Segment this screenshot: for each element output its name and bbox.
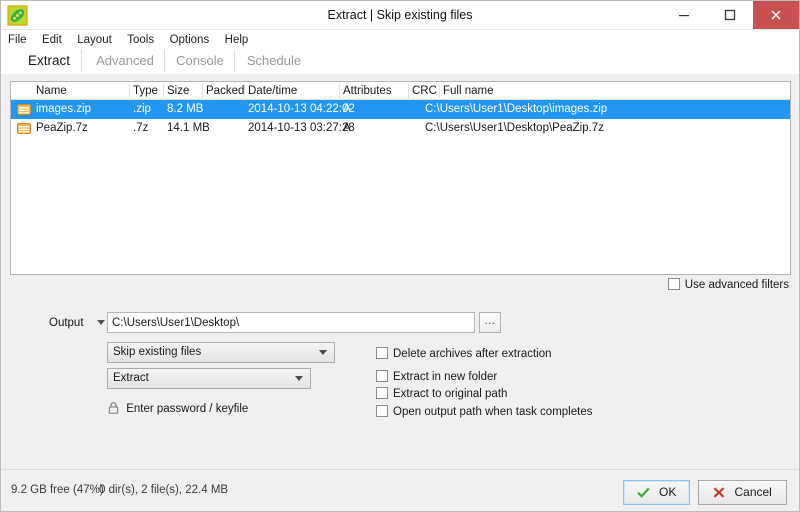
option-label: Extract to original path bbox=[393, 388, 508, 400]
menu-layout[interactable]: Layout bbox=[77, 31, 118, 49]
open-output-path-when-task-completes-checkbox[interactable]: Open output path when task completes bbox=[376, 404, 592, 420]
tab-console[interactable]: Console bbox=[166, 48, 234, 74]
extract-to-original-path-checkbox[interactable]: Extract to original path bbox=[376, 386, 507, 402]
cell-attributes: A bbox=[343, 122, 351, 134]
option-label: Extract in new folder bbox=[393, 371, 498, 383]
column-divider[interactable] bbox=[408, 84, 409, 98]
cell-type: .7z bbox=[133, 122, 149, 134]
file-list-header: Name Type Size Packed Date/time Attribut… bbox=[11, 82, 790, 100]
menu-bar: File Edit Layout Tools Options Help bbox=[1, 30, 799, 48]
tab-schedule[interactable]: Schedule bbox=[237, 48, 311, 74]
option-label: Delete archives after extraction bbox=[393, 348, 552, 360]
archive-icon bbox=[17, 122, 31, 135]
checkbox-box[interactable] bbox=[667, 278, 680, 290]
free-space-text: 9.2 GB free (47%) bbox=[11, 484, 104, 496]
chevron-down-icon bbox=[295, 376, 303, 381]
column-header-attributes[interactable]: Attributes bbox=[343, 82, 392, 100]
checkbox-box[interactable] bbox=[376, 387, 388, 399]
maximize-button[interactable] bbox=[707, 1, 753, 29]
file-list[interactable]: Name Type Size Packed Date/time Attribut… bbox=[10, 81, 791, 275]
menu-help[interactable]: Help bbox=[225, 31, 255, 49]
tab-extract[interactable]: Extract bbox=[13, 48, 85, 74]
chevron-down-icon bbox=[319, 350, 327, 355]
use-advanced-filters-checkbox[interactable]: Use advanced filters bbox=[667, 277, 789, 293]
output-path-input[interactable] bbox=[107, 312, 475, 333]
column-header-type[interactable]: Type bbox=[133, 82, 158, 100]
column-divider[interactable] bbox=[163, 84, 164, 98]
column-header-name[interactable]: Name bbox=[36, 82, 67, 100]
chevron-down-icon[interactable] bbox=[97, 320, 105, 325]
tab-separator bbox=[81, 50, 82, 72]
cell-fullname: C:\Users\User1\Desktop\PeaZip.7z bbox=[425, 122, 604, 134]
cell-size: 8.2 MB bbox=[167, 103, 204, 115]
cell-fullname: C:\Users\User1\Desktop\images.zip bbox=[425, 103, 608, 115]
browse-button[interactable]: ... bbox=[479, 312, 501, 333]
column-divider[interactable] bbox=[129, 84, 130, 98]
table-row[interactable]: images.zip .zip 8.2 MB 2014-10-13 04:22:… bbox=[11, 100, 790, 119]
option-label: Open output path when task completes bbox=[393, 406, 593, 418]
menu-file[interactable]: File bbox=[8, 31, 33, 49]
column-divider[interactable] bbox=[439, 84, 440, 98]
cell-type: .zip bbox=[133, 103, 151, 115]
enter-password-keyfile-button[interactable]: Enter password / keyfile bbox=[108, 399, 248, 415]
extract-in-new-folder-checkbox[interactable]: Extract in new folder bbox=[376, 369, 497, 385]
cancel-button[interactable]: Cancel bbox=[698, 480, 787, 505]
checkbox-box[interactable] bbox=[376, 347, 388, 359]
column-divider[interactable] bbox=[339, 84, 340, 98]
cell-name: PeaZip.7z bbox=[36, 122, 88, 134]
column-divider[interactable] bbox=[202, 84, 203, 98]
menu-options[interactable]: Options bbox=[170, 31, 216, 49]
tab-advanced[interactable]: Advanced bbox=[85, 48, 165, 74]
cell-size: 14.1 MB bbox=[167, 122, 210, 134]
x-mark-icon bbox=[713, 487, 728, 501]
column-header-packed[interactable]: Packed bbox=[206, 82, 244, 100]
output-label: Output bbox=[49, 317, 84, 329]
close-button[interactable] bbox=[753, 1, 799, 29]
overwrite-mode-value: Skip existing files bbox=[113, 346, 202, 358]
title-bar: Extract | Skip existing files bbox=[1, 1, 799, 30]
action-mode-select[interactable]: Extract bbox=[107, 368, 311, 389]
peazip-extract-window: Extract | Skip existing files File Edit … bbox=[0, 0, 800, 512]
overwrite-mode-select[interactable]: Skip existing files bbox=[107, 342, 335, 363]
enter-password-keyfile-label: Enter password / keyfile bbox=[126, 403, 249, 415]
menu-edit[interactable]: Edit bbox=[42, 31, 68, 49]
archive-icon bbox=[17, 103, 31, 116]
menu-tools[interactable]: Tools bbox=[127, 31, 160, 49]
checkbox-box[interactable] bbox=[376, 405, 388, 417]
cell-name: images.zip bbox=[36, 103, 91, 115]
ok-button-label: OK bbox=[659, 485, 677, 499]
minimize-button[interactable] bbox=[661, 1, 707, 29]
tab-strip: Extract Advanced Console Schedule bbox=[1, 48, 799, 74]
use-advanced-filters-label: Use advanced filters bbox=[684, 279, 789, 291]
column-header-fullname[interactable]: Full name bbox=[443, 82, 494, 100]
lock-icon bbox=[108, 402, 122, 417]
browse-button-label: ... bbox=[484, 315, 496, 327]
checkbox-box[interactable] bbox=[376, 370, 388, 382]
column-header-datetime[interactable]: Date/time bbox=[248, 82, 297, 100]
cell-attributes: A bbox=[343, 103, 351, 115]
column-header-size[interactable]: Size bbox=[167, 82, 189, 100]
column-divider[interactable] bbox=[244, 84, 245, 98]
tab-separator bbox=[164, 50, 165, 72]
checkmark-icon bbox=[636, 487, 653, 501]
delete-archives-after-extraction-checkbox[interactable]: Delete archives after extraction bbox=[376, 346, 552, 362]
cell-datetime: 2014-10-13 04:22:02 bbox=[248, 103, 355, 115]
cancel-button-label: Cancel bbox=[734, 485, 772, 499]
ok-button[interactable]: OK bbox=[623, 480, 690, 505]
selection-info-text: 0 dir(s), 2 file(s), 22.4 MB bbox=[99, 484, 229, 496]
table-row[interactable]: PeaZip.7z .7z 14.1 MB 2014-10-13 03:27:2… bbox=[11, 119, 790, 138]
action-mode-value: Extract bbox=[113, 372, 149, 384]
column-header-crc[interactable]: CRC bbox=[412, 82, 437, 100]
cell-datetime: 2014-10-13 03:27:28 bbox=[248, 122, 355, 134]
tab-separator bbox=[234, 50, 235, 72]
